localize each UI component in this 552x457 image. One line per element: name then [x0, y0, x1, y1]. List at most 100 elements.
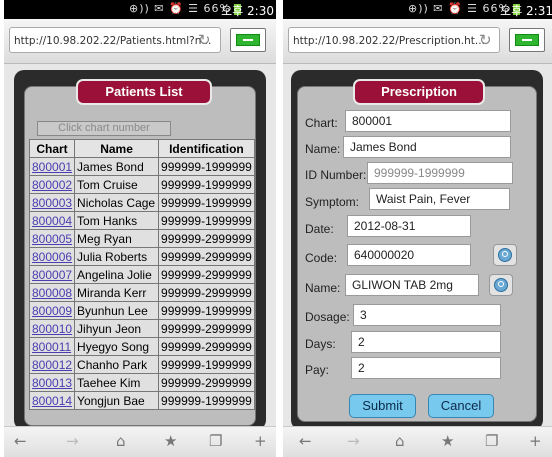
- table-header-row: Chart Name Identification: [28, 139, 255, 158]
- chart-label: Chart:: [305, 116, 338, 130]
- status-bar: ⊕)) ✉ ⏰ ☰ 66% 오후 2:30: [4, 0, 276, 19]
- table-row: 800014 Yongjun Bae 999999-1999999: [28, 391, 255, 410]
- patient-name: Chanho Park: [74, 355, 160, 374]
- chart-number-link[interactable]: 800010: [28, 319, 76, 338]
- submit-button[interactable]: Submit: [349, 394, 416, 418]
- page-title: Patients List: [76, 79, 212, 105]
- status-bar: ⊕)) ✉ ⏰ ☰ 66% 오후 2:31: [283, 0, 552, 19]
- date-field[interactable]: 2012-08-31: [347, 215, 471, 237]
- forward-arrow-icon[interactable]: →: [347, 432, 360, 450]
- chart-number-link[interactable]: 800014: [28, 391, 76, 410]
- url-field[interactable]: http://10.98.202.22/Prescription.ht...: [288, 27, 500, 53]
- patient-identification: 999999-1999999: [158, 391, 255, 410]
- code-field[interactable]: 640000020: [347, 244, 471, 266]
- home-icon[interactable]: ⌂: [116, 432, 126, 450]
- cancel-button[interactable]: Cancel: [428, 394, 494, 418]
- symptom-field[interactable]: Waist Pain, Fever: [369, 188, 510, 210]
- chart-number-link[interactable]: 800001: [28, 157, 76, 176]
- id-number-label: ID Number:: [305, 168, 367, 182]
- patient-name: Miranda Kerr: [74, 283, 160, 302]
- search-icon: [498, 248, 512, 262]
- browser-bottom-bar: ← → ⌂ ★ ❐ +: [4, 426, 276, 457]
- patient-name: Yongjun Bae: [74, 391, 160, 410]
- table-row: 800009 Byunhun Lee 999999-1999999: [28, 301, 255, 320]
- browser-toolbar: http://10.98.202.22/Prescription.ht... ↻: [283, 19, 552, 64]
- patient-identification: 999999-2999999: [158, 319, 255, 338]
- patient-name: Hyegyo Song: [74, 337, 160, 356]
- patient-name: Julia Roberts: [74, 247, 160, 266]
- chart-number-link[interactable]: 800007: [28, 265, 76, 284]
- column-header: Identification: [158, 139, 255, 158]
- name-label: Name:: [305, 142, 341, 156]
- drug-name-label: Name:: [305, 281, 341, 295]
- days-field[interactable]: 2: [351, 331, 501, 353]
- chart-number-link[interactable]: 800013: [28, 373, 76, 392]
- table-row: 800001 James Bond 999999-1999999: [28, 157, 255, 176]
- patient-name: Taehee Kim: [74, 373, 160, 392]
- chart-number-link[interactable]: 800003: [28, 193, 76, 212]
- column-header: Chart: [28, 139, 76, 158]
- chart-number-link[interactable]: 800005: [28, 229, 76, 248]
- table-row: 800005 Meg Ryan 999999-2999999: [28, 229, 255, 248]
- pay-label: Pay:: [305, 363, 330, 377]
- tabs-icon[interactable]: ❐: [209, 432, 222, 450]
- table-row: 800011 Hyegyo Song 999999-2999999: [28, 337, 255, 356]
- patients-screen: ⊕)) ✉ ⏰ ☰ 66% 오후 2:30 http://10.98.202.2…: [4, 0, 276, 457]
- dosage-field[interactable]: 3: [353, 304, 501, 326]
- home-icon[interactable]: ⌂: [395, 432, 405, 450]
- patient-name: Tom Hanks: [74, 211, 160, 230]
- drug-name-field[interactable]: GLIWON TAB 2mg: [345, 274, 479, 296]
- table-row: 800004 Tom Hanks 999999-1999999: [28, 211, 255, 230]
- back-arrow-icon[interactable]: ←: [299, 432, 312, 450]
- add-icon[interactable]: +: [529, 432, 542, 450]
- patient-name: Meg Ryan: [74, 229, 160, 248]
- chart-number-link[interactable]: 800006: [28, 247, 76, 266]
- patient-name: Angelina Jolie: [74, 265, 160, 284]
- chart-number-link[interactable]: 800004: [28, 211, 76, 230]
- patient-name: James Bond: [74, 157, 160, 176]
- patient-identification: 999999-1999999: [158, 301, 255, 320]
- tabs-button[interactable]: [509, 28, 545, 52]
- patient-identification: 999999-1999999: [158, 175, 255, 194]
- url-field[interactable]: http://10.98.202.22/Patients.html?n...: [9, 27, 221, 53]
- patient-name: Jihyun Jeon: [74, 319, 160, 338]
- chart-number-link[interactable]: 800011: [28, 337, 76, 356]
- add-icon[interactable]: +: [254, 432, 267, 450]
- page-title: Prescription: [353, 79, 485, 105]
- dosage-label: Dosage:: [305, 310, 350, 324]
- patient-identification: 999999-2999999: [158, 247, 255, 266]
- tabs-button[interactable]: [230, 28, 266, 52]
- id-number-field[interactable]: 999999-1999999: [367, 162, 513, 184]
- patient-identification: 999999-1999999: [158, 193, 255, 212]
- patient-identification: 999999-2999999: [158, 229, 255, 248]
- name-field[interactable]: James Bond: [343, 136, 511, 158]
- table-row: 800007 Angelina Jolie 999999-2999999: [28, 265, 255, 284]
- patient-name: Byunhun Lee: [74, 301, 160, 320]
- patient-identification: 999999-2999999: [158, 337, 255, 356]
- table-row: 800013 Taehee Kim 999999-2999999: [28, 373, 255, 392]
- table-row: 800010 Jihyun Jeon 999999-2999999: [28, 319, 255, 338]
- bookmark-star-icon[interactable]: ★: [441, 432, 454, 450]
- chart-number-link[interactable]: 800012: [28, 355, 76, 374]
- patient-identification: 999999-2999999: [158, 373, 255, 392]
- search-drug-button[interactable]: [489, 274, 513, 296]
- table-row: 800006 Julia Roberts 999999-2999999: [28, 247, 255, 266]
- chart-number-link[interactable]: 800009: [28, 301, 76, 320]
- prescription-screen: ⊕)) ✉ ⏰ ☰ 66% 오후 2:31 http://10.98.202.2…: [283, 0, 552, 457]
- tabs-icon[interactable]: ❐: [485, 432, 498, 450]
- chart-field[interactable]: 800001: [345, 110, 511, 132]
- browser-bottom-bar: ← → ⌂ ★ ❐ +: [283, 426, 552, 457]
- search-code-button[interactable]: [493, 244, 517, 266]
- status-icons: ⊕)) ✉ ⏰ ☰ 66%: [407, 2, 510, 15]
- chart-number-link[interactable]: 800002: [28, 175, 76, 194]
- patient-identification: 999999-1999999: [158, 157, 255, 176]
- forward-arrow-icon[interactable]: →: [66, 432, 79, 450]
- pay-field[interactable]: 2: [351, 357, 501, 379]
- table-row: 800003 Nicholas Cage 999999-1999999: [28, 193, 255, 212]
- chart-number-link[interactable]: 800008: [28, 283, 76, 302]
- table-row: 800012 Chanho Park 999999-1999999: [28, 355, 255, 374]
- patient-identification: 999999-1999999: [158, 211, 255, 230]
- date-label: Date:: [305, 222, 334, 236]
- back-arrow-icon[interactable]: ←: [14, 432, 27, 450]
- bookmark-star-icon[interactable]: ★: [164, 432, 177, 450]
